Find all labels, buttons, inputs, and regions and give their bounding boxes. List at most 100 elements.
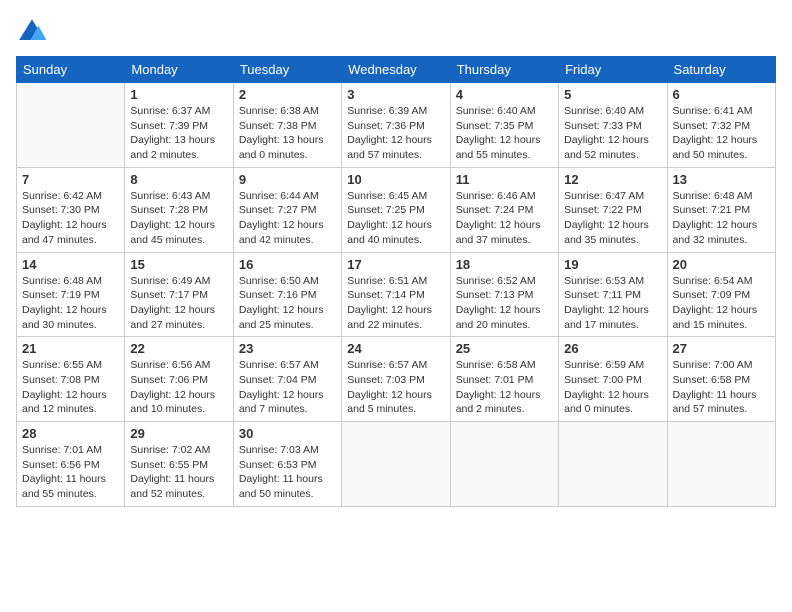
sunset: Sunset: 7:11 PM <box>564 289 641 301</box>
cell-content: Sunrise: 6:55 AM Sunset: 7:08 PM Dayligh… <box>22 358 119 417</box>
day-number: 24 <box>347 341 444 356</box>
cell-content: Sunrise: 6:44 AM Sunset: 7:27 PM Dayligh… <box>239 189 336 248</box>
day-number: 4 <box>456 87 553 102</box>
day-number: 12 <box>564 172 661 187</box>
sunset: Sunset: 7:00 PM <box>564 374 642 386</box>
daylight: Daylight: 12 hours and 7 minutes. <box>239 389 324 416</box>
sunset: Sunset: 7:06 PM <box>130 374 208 386</box>
cell-content: Sunrise: 6:51 AM Sunset: 7:14 PM Dayligh… <box>347 274 444 333</box>
cell-content: Sunrise: 6:59 AM Sunset: 7:00 PM Dayligh… <box>564 358 661 417</box>
day-number: 7 <box>22 172 119 187</box>
calendar-cell: 4 Sunrise: 6:40 AM Sunset: 7:35 PM Dayli… <box>450 83 558 168</box>
calendar-cell <box>559 422 667 507</box>
daylight: Daylight: 12 hours and 50 minutes. <box>673 134 758 161</box>
calendar-cell: 26 Sunrise: 6:59 AM Sunset: 7:00 PM Dayl… <box>559 337 667 422</box>
daylight: Daylight: 13 hours and 2 minutes. <box>130 134 215 161</box>
day-number: 9 <box>239 172 336 187</box>
day-number: 27 <box>673 341 770 356</box>
sunrise: Sunrise: 6:54 AM <box>673 275 753 287</box>
cell-content: Sunrise: 6:47 AM Sunset: 7:22 PM Dayligh… <box>564 189 661 248</box>
sunset: Sunset: 7:35 PM <box>456 120 534 132</box>
sunrise: Sunrise: 6:50 AM <box>239 275 319 287</box>
sunrise: Sunrise: 6:48 AM <box>22 275 102 287</box>
calendar-cell: 20 Sunrise: 6:54 AM Sunset: 7:09 PM Dayl… <box>667 252 775 337</box>
daylight: Daylight: 12 hours and 0 minutes. <box>564 389 649 416</box>
cell-content: Sunrise: 6:58 AM Sunset: 7:01 PM Dayligh… <box>456 358 553 417</box>
day-number: 19 <box>564 257 661 272</box>
day-number: 25 <box>456 341 553 356</box>
calendar-cell: 19 Sunrise: 6:53 AM Sunset: 7:11 PM Dayl… <box>559 252 667 337</box>
sunset: Sunset: 7:08 PM <box>22 374 100 386</box>
cell-content: Sunrise: 6:45 AM Sunset: 7:25 PM Dayligh… <box>347 189 444 248</box>
cell-content: Sunrise: 7:01 AM Sunset: 6:56 PM Dayligh… <box>22 443 119 502</box>
sunset: Sunset: 7:16 PM <box>239 289 317 301</box>
page-header <box>16 16 776 48</box>
daylight: Daylight: 12 hours and 47 minutes. <box>22 219 107 246</box>
sunset: Sunset: 7:14 PM <box>347 289 425 301</box>
sunrise: Sunrise: 6:56 AM <box>130 359 210 371</box>
sunrise: Sunrise: 6:41 AM <box>673 105 753 117</box>
sunrise: Sunrise: 6:59 AM <box>564 359 644 371</box>
sunset: Sunset: 7:03 PM <box>347 374 425 386</box>
calendar-cell: 8 Sunrise: 6:43 AM Sunset: 7:28 PM Dayli… <box>125 167 233 252</box>
sunrise: Sunrise: 6:44 AM <box>239 190 319 202</box>
daylight: Daylight: 12 hours and 22 minutes. <box>347 304 432 331</box>
daylight: Daylight: 12 hours and 57 minutes. <box>347 134 432 161</box>
sunset: Sunset: 7:24 PM <box>456 204 534 216</box>
daylight: Daylight: 12 hours and 40 minutes. <box>347 219 432 246</box>
calendar-week-row: 1 Sunrise: 6:37 AM Sunset: 7:39 PM Dayli… <box>17 83 776 168</box>
daylight: Daylight: 12 hours and 55 minutes. <box>456 134 541 161</box>
calendar-cell: 22 Sunrise: 6:56 AM Sunset: 7:06 PM Dayl… <box>125 337 233 422</box>
calendar-week-row: 7 Sunrise: 6:42 AM Sunset: 7:30 PM Dayli… <box>17 167 776 252</box>
day-number: 8 <box>130 172 227 187</box>
calendar-cell: 28 Sunrise: 7:01 AM Sunset: 6:56 PM Dayl… <box>17 422 125 507</box>
sunset: Sunset: 7:25 PM <box>347 204 425 216</box>
day-number: 23 <box>239 341 336 356</box>
calendar-cell: 10 Sunrise: 6:45 AM Sunset: 7:25 PM Dayl… <box>342 167 450 252</box>
sunset: Sunset: 7:33 PM <box>564 120 642 132</box>
sunrise: Sunrise: 6:40 AM <box>564 105 644 117</box>
sunrise: Sunrise: 6:53 AM <box>564 275 644 287</box>
calendar-cell: 23 Sunrise: 6:57 AM Sunset: 7:04 PM Dayl… <box>233 337 341 422</box>
cell-content: Sunrise: 7:02 AM Sunset: 6:55 PM Dayligh… <box>130 443 227 502</box>
sunset: Sunset: 7:28 PM <box>130 204 208 216</box>
daylight: Daylight: 12 hours and 37 minutes. <box>456 219 541 246</box>
daylight: Daylight: 12 hours and 12 minutes. <box>22 389 107 416</box>
sunset: Sunset: 6:56 PM <box>22 459 100 471</box>
day-number: 11 <box>456 172 553 187</box>
cell-content: Sunrise: 6:54 AM Sunset: 7:09 PM Dayligh… <box>673 274 770 333</box>
day-number: 28 <box>22 426 119 441</box>
calendar-cell: 7 Sunrise: 6:42 AM Sunset: 7:30 PM Dayli… <box>17 167 125 252</box>
calendar-day-header: Monday <box>125 57 233 83</box>
sunrise: Sunrise: 6:37 AM <box>130 105 210 117</box>
calendar-cell: 2 Sunrise: 6:38 AM Sunset: 7:38 PM Dayli… <box>233 83 341 168</box>
logo <box>16 16 52 48</box>
sunset: Sunset: 7:19 PM <box>22 289 100 301</box>
calendar-day-header: Thursday <box>450 57 558 83</box>
day-number: 22 <box>130 341 227 356</box>
cell-content: Sunrise: 7:00 AM Sunset: 6:58 PM Dayligh… <box>673 358 770 417</box>
calendar-cell: 17 Sunrise: 6:51 AM Sunset: 7:14 PM Dayl… <box>342 252 450 337</box>
daylight: Daylight: 12 hours and 35 minutes. <box>564 219 649 246</box>
day-number: 29 <box>130 426 227 441</box>
day-number: 30 <box>239 426 336 441</box>
calendar-cell: 3 Sunrise: 6:39 AM Sunset: 7:36 PM Dayli… <box>342 83 450 168</box>
calendar-week-row: 28 Sunrise: 7:01 AM Sunset: 6:56 PM Dayl… <box>17 422 776 507</box>
sunrise: Sunrise: 6:49 AM <box>130 275 210 287</box>
daylight: Daylight: 12 hours and 25 minutes. <box>239 304 324 331</box>
calendar-cell: 11 Sunrise: 6:46 AM Sunset: 7:24 PM Dayl… <box>450 167 558 252</box>
calendar-cell: 18 Sunrise: 6:52 AM Sunset: 7:13 PM Dayl… <box>450 252 558 337</box>
cell-content: Sunrise: 6:56 AM Sunset: 7:06 PM Dayligh… <box>130 358 227 417</box>
day-number: 3 <box>347 87 444 102</box>
cell-content: Sunrise: 6:39 AM Sunset: 7:36 PM Dayligh… <box>347 104 444 163</box>
daylight: Daylight: 11 hours and 57 minutes. <box>673 389 757 416</box>
sunrise: Sunrise: 6:48 AM <box>673 190 753 202</box>
sunrise: Sunrise: 6:39 AM <box>347 105 427 117</box>
calendar-cell <box>450 422 558 507</box>
day-number: 15 <box>130 257 227 272</box>
sunrise: Sunrise: 6:47 AM <box>564 190 644 202</box>
sunset: Sunset: 7:38 PM <box>239 120 317 132</box>
daylight: Daylight: 12 hours and 17 minutes. <box>564 304 649 331</box>
cell-content: Sunrise: 6:40 AM Sunset: 7:33 PM Dayligh… <box>564 104 661 163</box>
cell-content: Sunrise: 6:53 AM Sunset: 7:11 PM Dayligh… <box>564 274 661 333</box>
